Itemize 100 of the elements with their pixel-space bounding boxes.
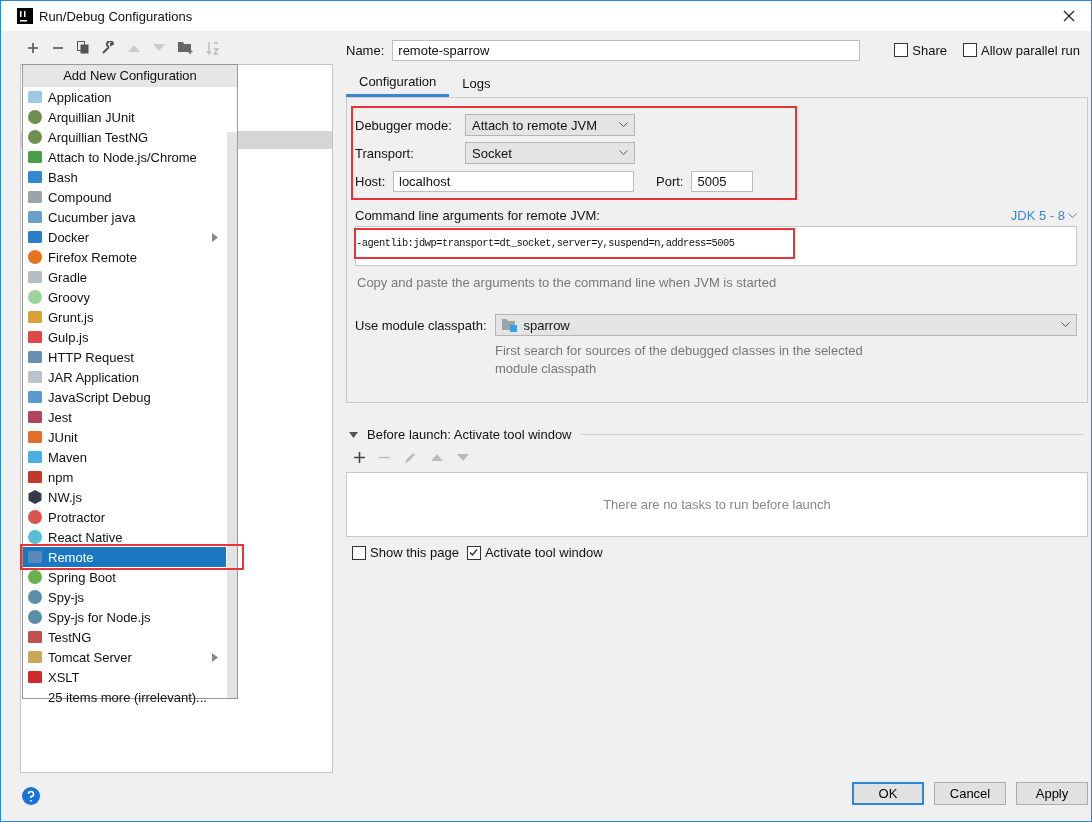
circle-icon [27,609,43,625]
tile-icon [27,549,43,565]
circle-icon [27,129,43,145]
tile-icon [27,669,43,685]
menu-item[interactable]: React Native [23,527,226,547]
checkbox[interactable] [466,545,481,560]
menu-item[interactable]: XSLT [23,667,226,687]
popup-title: Add New Configuration [23,65,237,87]
menu-item[interactable]: Protractor [23,507,226,527]
host-field[interactable]: localhost [393,170,634,192]
tile-icon [27,469,43,485]
chevron-down-icon [1061,322,1070,328]
name-label: Name: [346,42,385,58]
debugger-mode-dropdown[interactable]: Attach to remote JVM [465,114,635,136]
close-icon[interactable] [1063,10,1075,22]
scrollbar[interactable] [227,132,237,698]
checkbox-label[interactable]: Share [912,42,947,58]
menu-item[interactable]: NW.js [23,487,226,507]
menu-item[interactable]: npm [23,467,226,487]
checkbox[interactable] [894,43,909,57]
menu-item[interactable]: Spy-js for Node.js [23,607,226,627]
menu-item[interactable]: Tomcat Server [23,647,226,667]
menu-item[interactable]: Application [23,87,226,107]
help-icon[interactable] [22,787,40,805]
checkbox-label[interactable]: Allow parallel run [981,42,1080,58]
app-logo-icon [17,8,33,24]
hint-text: Copy and paste the arguments to the command line when JVM is started [357,275,778,290]
collapse-triangle-icon[interactable] [349,431,358,438]
submenu-arrow-icon [212,652,218,662]
field-label: Use module classpath: [355,317,487,333]
circle-icon [27,249,43,265]
menu-item[interactable]: JUnit [23,427,226,447]
menu-item[interactable]: Arquillian TestNG [23,127,226,147]
circle-icon [27,569,43,585]
menu-item[interactable]: Groovy [23,287,226,307]
circle-icon [27,289,43,305]
menu-item[interactable]: Grunt.js [23,307,226,327]
checkbox[interactable] [352,545,366,560]
tile-icon [27,449,43,465]
field-label: Transport: [355,145,415,161]
menu-item[interactable]: Gradle [23,267,226,287]
checkbox[interactable] [963,43,977,57]
hint-text: First search for sources of the debugged classes in the selected module classpath [495,342,864,378]
menu-item[interactable]: Cucumber java [23,207,226,227]
tile-icon [27,149,43,165]
command-text: -agentlib:jdwp=transport=dt_socket,server=y,suspend=n,address=5005 [356,237,735,249]
tile-icon [27,209,43,225]
field-label: Debugger mode: [355,117,453,133]
dialog-button[interactable]: Cancel [934,782,1006,805]
menu-item[interactable]: Gulp.js [23,327,226,347]
tile-icon [27,89,43,105]
chevron-down-icon [619,122,628,128]
empty-list-text: There are no tasks to run before launch [603,497,831,512]
menu-item[interactable]: Attach to Node.js/Chrome [23,147,226,167]
circle-icon [27,589,43,605]
dialog-button[interactable]: Apply [1016,782,1088,805]
window-title: Run/Debug Configurations [39,8,194,24]
tile-icon [27,269,43,285]
transport-dropdown[interactable]: Socket [465,142,635,164]
tab[interactable]: Configuration [346,69,450,97]
tile-icon [27,349,43,365]
menu-item[interactable]: Remote [23,547,226,567]
menu-item[interactable]: Spring Boot [23,567,226,587]
menu-item[interactable]: 25 items more (irrelevant)... [23,687,226,707]
checkbox-label[interactable]: Show this page [370,545,459,560]
copy-icon[interactable] [77,41,89,54]
menu-item[interactable]: Jest [23,407,226,427]
module-dropdown[interactable]: sparrow [494,314,1077,336]
menu-item[interactable]: Maven [23,447,226,467]
section-label: Command line arguments for remote JVM: [355,208,600,223]
tile-icon [27,229,43,245]
name-field[interactable]: remote-sparrow [392,39,861,61]
menu-item[interactable]: Docker [23,227,226,247]
add-icon[interactable] [27,41,39,54]
menu-item[interactable]: Spy-js [23,587,226,607]
add-icon[interactable] [354,452,365,463]
menu-item[interactable]: Compound [23,187,226,207]
hexagon-icon [27,489,43,505]
menu-item[interactable]: HTTP Request [23,347,226,367]
menu-item[interactable]: TestNG [23,627,226,647]
submenu-arrow-icon [212,232,218,242]
new-folder-icon[interactable] [178,41,193,54]
port-field[interactable]: 5005 [691,170,754,192]
dialog-button[interactable]: OK [852,782,924,805]
menu-item[interactable]: JavaScript Debug [23,387,226,407]
menu-item[interactable]: JAR Application [23,367,226,387]
wrench-icon[interactable] [102,41,115,54]
circle-icon [27,529,43,545]
tile-icon [27,629,43,645]
section-title: Before launch: Activate tool window [367,427,572,442]
tile-icon [27,649,43,665]
field-label: Port: [656,173,684,189]
menu-item[interactable]: Bash [23,167,226,187]
module-folder-icon [501,318,518,332]
menu-item[interactable]: Firefox Remote [23,247,226,267]
menu-item[interactable]: Arquillian JUnit [23,107,226,127]
tab[interactable]: Logs [449,69,504,97]
field-label: Host: [355,173,387,189]
checkbox-label[interactable]: Activate tool window [484,545,603,560]
command-line-field[interactable]: -agentlib:jdwp=transport=dt_socket,server=y,suspend=n,address=5005 [355,226,1077,266]
